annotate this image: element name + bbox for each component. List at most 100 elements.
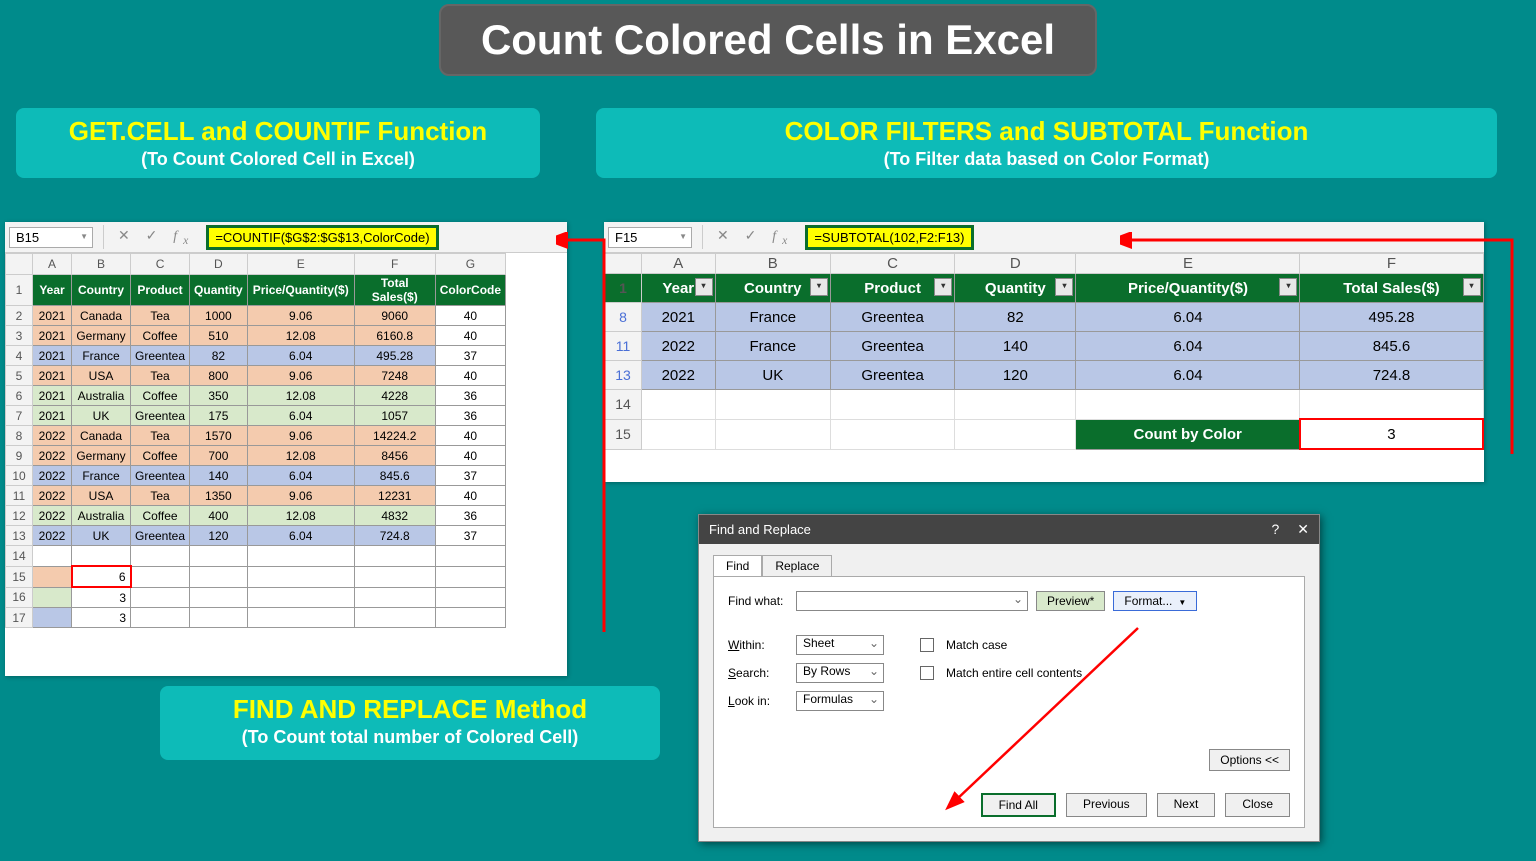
- cell[interactable]: 495.28: [354, 346, 435, 366]
- cell[interactable]: 12.08: [247, 446, 354, 466]
- cell[interactable]: 82: [955, 303, 1076, 332]
- cell[interactable]: 2022: [33, 526, 72, 546]
- col-header-filter[interactable]: Quantity▾: [955, 274, 1076, 303]
- col-header-filter[interactable]: Total Sales($)▾: [1300, 274, 1483, 303]
- cell[interactable]: France: [72, 466, 131, 486]
- cell[interactable]: 9.06: [247, 306, 354, 326]
- cell[interactable]: 9.06: [247, 366, 354, 386]
- formula-input-left[interactable]: =COUNTIF($G$2:$G$13,ColorCode): [206, 225, 438, 250]
- cell[interactable]: Greentea: [131, 526, 190, 546]
- cell[interactable]: Tea: [131, 426, 190, 446]
- result-cell[interactable]: 3: [72, 608, 131, 628]
- cell[interactable]: 2022: [642, 361, 716, 390]
- matchcase-checkbox[interactable]: [920, 638, 934, 652]
- cell[interactable]: 2022: [33, 446, 72, 466]
- cell[interactable]: Tea: [131, 366, 190, 386]
- cell[interactable]: 1057: [354, 406, 435, 426]
- col-header-filter[interactable]: Country▾: [715, 274, 830, 303]
- cell[interactable]: 6.04: [1076, 303, 1300, 332]
- cell[interactable]: 12.08: [247, 326, 354, 346]
- col-header[interactable]: Total Sales($): [354, 275, 435, 306]
- options-button[interactable]: Options <<: [1209, 749, 1290, 771]
- grid-right[interactable]: ABCDEF1Year▾Country▾Product▾Quantity▾Pri…: [604, 253, 1484, 450]
- cell[interactable]: 724.8: [354, 526, 435, 546]
- findall-button[interactable]: Find All: [981, 793, 1056, 817]
- cell[interactable]: 4228: [354, 386, 435, 406]
- cell[interactable]: 2021: [33, 346, 72, 366]
- cell[interactable]: 9060: [354, 306, 435, 326]
- close-icon[interactable]: ✕: [1297, 521, 1309, 538]
- cell[interactable]: Coffee: [131, 326, 190, 346]
- cell[interactable]: Germany: [72, 326, 131, 346]
- filter-icon[interactable]: ▾: [934, 278, 952, 296]
- help-icon[interactable]: ?: [1271, 521, 1279, 538]
- cell[interactable]: 724.8: [1300, 361, 1483, 390]
- cell[interactable]: 2021: [33, 366, 72, 386]
- cell[interactable]: 2021: [33, 406, 72, 426]
- col-header[interactable]: Year: [33, 275, 72, 306]
- cell[interactable]: 40: [435, 446, 505, 466]
- filter-icon[interactable]: ▾: [810, 278, 828, 296]
- cell[interactable]: 2022: [33, 426, 72, 446]
- cell[interactable]: 6.04: [247, 526, 354, 546]
- tab-find[interactable]: Find: [713, 555, 762, 577]
- cell[interactable]: 1350: [190, 486, 248, 506]
- cell[interactable]: Greentea: [131, 466, 190, 486]
- cell[interactable]: Canada: [72, 306, 131, 326]
- matchcontents-checkbox[interactable]: [920, 666, 934, 680]
- cell[interactable]: 4832: [354, 506, 435, 526]
- cell[interactable]: Greentea: [831, 332, 955, 361]
- filter-icon[interactable]: ▾: [1279, 278, 1297, 296]
- cell[interactable]: 140: [955, 332, 1076, 361]
- cell[interactable]: 2021: [33, 326, 72, 346]
- cell[interactable]: 2021: [33, 306, 72, 326]
- cell[interactable]: 36: [435, 386, 505, 406]
- cell[interactable]: 510: [190, 326, 248, 346]
- cell[interactable]: 82: [190, 346, 248, 366]
- format-button[interactable]: Format...: [1113, 591, 1197, 611]
- cell[interactable]: 800: [190, 366, 248, 386]
- filter-icon[interactable]: ▾: [1463, 278, 1481, 296]
- cell[interactable]: Greentea: [831, 303, 955, 332]
- cell[interactable]: 140: [190, 466, 248, 486]
- name-box-left[interactable]: B15: [9, 227, 93, 248]
- cell[interactable]: 2022: [642, 332, 716, 361]
- col-header-filter[interactable]: Product▾: [831, 274, 955, 303]
- lookin-select[interactable]: Formulas: [796, 691, 884, 711]
- cell[interactable]: 12231: [354, 486, 435, 506]
- cell[interactable]: 36: [435, 506, 505, 526]
- cell[interactable]: 9.06: [247, 486, 354, 506]
- cell[interactable]: 40: [435, 486, 505, 506]
- cell[interactable]: France: [72, 346, 131, 366]
- name-box-right[interactable]: F15: [608, 227, 692, 248]
- cell[interactable]: 12.08: [247, 506, 354, 526]
- cell[interactable]: 37: [435, 466, 505, 486]
- cell[interactable]: 845.6: [354, 466, 435, 486]
- cell[interactable]: Canada: [72, 426, 131, 446]
- grid-left[interactable]: ABCDEFG1YearCountryProductQuantityPrice/…: [5, 253, 506, 628]
- cell[interactable]: 120: [955, 361, 1076, 390]
- cell[interactable]: 2021: [642, 303, 716, 332]
- cell[interactable]: 6160.8: [354, 326, 435, 346]
- col-header-filter[interactable]: Year▾: [642, 274, 716, 303]
- preview-button[interactable]: Preview*: [1036, 591, 1105, 611]
- search-select[interactable]: By Rows: [796, 663, 884, 683]
- cell[interactable]: 2022: [33, 486, 72, 506]
- cell[interactable]: USA: [72, 366, 131, 386]
- cell[interactable]: 6.04: [1076, 332, 1300, 361]
- cell[interactable]: Coffee: [131, 446, 190, 466]
- cell[interactable]: France: [715, 303, 830, 332]
- cell[interactable]: 495.28: [1300, 303, 1483, 332]
- cell[interactable]: 6.04: [247, 466, 354, 486]
- cell[interactable]: 2022: [33, 466, 72, 486]
- cell[interactable]: Coffee: [131, 506, 190, 526]
- findwhat-input[interactable]: [796, 591, 1028, 611]
- col-header-filter[interactable]: Price/Quantity($)▾: [1076, 274, 1300, 303]
- formula-input-right[interactable]: =SUBTOTAL(102,F2:F13): [805, 225, 973, 250]
- cell[interactable]: Coffee: [131, 386, 190, 406]
- cell[interactable]: USA: [72, 486, 131, 506]
- cell[interactable]: Greentea: [131, 406, 190, 426]
- cell[interactable]: Australia: [72, 386, 131, 406]
- cell[interactable]: 7248: [354, 366, 435, 386]
- col-header[interactable]: Country: [72, 275, 131, 306]
